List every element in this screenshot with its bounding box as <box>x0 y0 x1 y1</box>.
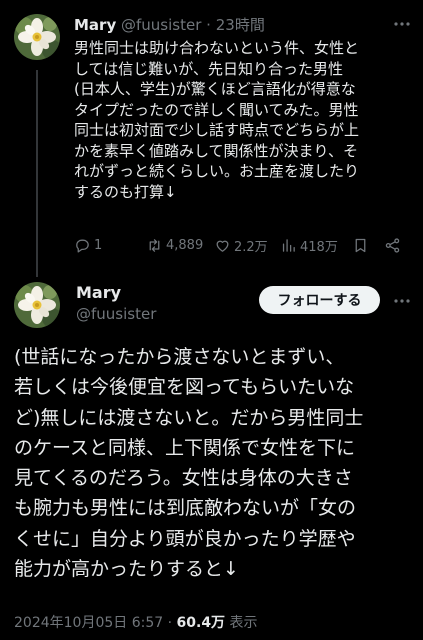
reply-count: 1 <box>94 237 103 253</box>
tweet1-line: 男性同士は助け合わないという件、女性と <box>74 39 360 57</box>
tweet2-line: ど)無しには渡さないと。だから男性同士 <box>14 406 364 429</box>
follow-button[interactable]: フォローする <box>259 286 380 314</box>
tweet-thread-page: Mary @fuusister · 23時間 男性同士は助け合わないという件、女… <box>0 0 423 640</box>
tweet1-line: タイプだったので詳しく聞いてみた。男性 <box>74 100 359 119</box>
bookmark-icon <box>355 238 366 252</box>
footer-separator: · <box>167 615 173 631</box>
flower-avatar-image <box>14 14 60 60</box>
tweet2-footer: 2024年10月05日 6:57 · 60.4万 表示 <box>14 612 258 632</box>
tweet1-line: (日本人、学生)が驚くほど言語化が得意な <box>74 80 356 98</box>
flower-avatar-image <box>14 282 60 328</box>
tweet2-date[interactable]: 2024年10月05日 6:57 <box>14 615 163 631</box>
retweet-button[interactable]: 4,889 <box>146 234 203 256</box>
tweet1-author-handle[interactable]: @fuusister <box>121 16 201 34</box>
retweet-icon <box>149 238 160 252</box>
tweet1-line: れがずっと続くらしい。お土産を渡したり <box>74 162 360 180</box>
tweet1-text: 男性同士は助け合わないという件、女性と しては信じ難いが、先日知り合った男性 (… <box>74 38 414 202</box>
tweet1-line: するのも打算↓ <box>74 182 177 201</box>
bar-chart-icon <box>282 238 295 252</box>
share-icon <box>385 237 400 253</box>
tweet2-line: (世話になったから渡さないとまずい、 <box>14 346 345 368</box>
tweet2-views-label: 表示 <box>229 615 258 631</box>
like-button[interactable]: 2.2万 <box>214 234 268 256</box>
heart-icon <box>216 240 229 252</box>
share-button[interactable] <box>384 234 404 256</box>
tweet1-separator: · <box>206 16 211 34</box>
more-icon[interactable] <box>392 291 412 311</box>
tweet1-line: 同士は初対面で少し話す時点でどちらが上 <box>74 121 360 139</box>
avatar[interactable] <box>14 14 60 60</box>
view-count: 418万 <box>300 239 338 255</box>
tweet2-line: も腕力も男性には到底敵わないが「女の <box>14 497 357 520</box>
avatar[interactable] <box>14 282 60 328</box>
tweet2-line: 見てくるのだろう。女性は身体の大きさ <box>14 467 353 490</box>
like-count: 2.2万 <box>234 239 268 255</box>
tweet1-line: かを素早く値踏みして関係性が決まり、そ <box>74 141 358 160</box>
tweet2-author-name[interactable]: Mary <box>76 283 121 302</box>
tweet1-timestamp[interactable]: 23時間 <box>216 16 265 34</box>
tweet2-author-handle[interactable]: @fuusister <box>76 305 156 323</box>
tweet2-line: くせに」自分より頭が良かったり学歴や <box>14 527 356 550</box>
tweet2-text: (世話になったから渡さないとまずい、 若しくは今後便宜を図ってもらいたいな ど)… <box>14 342 414 584</box>
tweet1-line: しては信じ難いが、先日知り合った男性 <box>74 59 343 78</box>
tweet2-line: 若しくは今後便宜を図ってもらいたいな <box>14 376 355 399</box>
tweet1-author-name[interactable]: Mary <box>74 16 116 34</box>
views-button[interactable]: 418万 <box>280 234 338 256</box>
retweet-count: 4,889 <box>166 237 204 253</box>
bookmark-button[interactable] <box>352 234 372 256</box>
reply-button[interactable]: 1 <box>74 234 102 256</box>
tweet2-view-count: 60.4万 <box>176 615 226 631</box>
tweet2-line: 能力が高かったりすると↓ <box>14 558 239 581</box>
reply-icon <box>76 239 89 253</box>
thread-connector-line <box>36 70 38 277</box>
tweet2-line: のケースと同様、上下関係で女性を下に <box>14 436 356 459</box>
more-icon[interactable] <box>392 14 412 34</box>
tweet1-action-bar: 1 4,889 2.2万 418万 <box>74 234 410 256</box>
tweet1-header: Mary @fuusister · 23時間 <box>74 15 265 35</box>
